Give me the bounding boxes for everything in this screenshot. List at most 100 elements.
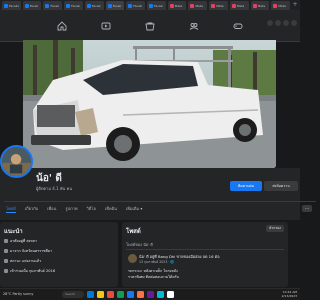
tab-favicon-icon [24, 3, 29, 8]
messenger-icon[interactable] [275, 20, 281, 26]
posts-composer-hint: โพสต์ของ น้อ' ดี [126, 242, 153, 247]
browser-tab-label: Faceb [112, 3, 122, 8]
notifications-icon[interactable] [283, 20, 289, 26]
browser-tab[interactable]: Faceb [126, 1, 146, 10]
taskbar-date: 2/13/2023 [281, 293, 297, 298]
nav-marketplace-button[interactable] [143, 19, 157, 33]
account-controls [267, 20, 297, 26]
tab-favicon-icon [107, 3, 112, 8]
browser-tab-label: Facebo [9, 3, 19, 8]
browser-tab[interactable]: Meta [271, 1, 291, 10]
windows-taskbar: 28°C Partly sunny Search 10:42 AM 2/13/2… [0, 288, 300, 300]
nav-home-button[interactable] [55, 19, 69, 33]
tab-favicon-icon [86, 3, 91, 8]
browser-tab-label: Faceb [154, 3, 163, 8]
browser-tab[interactable]: Meta [229, 1, 249, 10]
follow-button[interactable]: ติดตามต่อ [230, 181, 262, 191]
profile-avatar-image [2, 147, 31, 176]
taskbar-search-box[interactable]: Search [62, 291, 84, 298]
intro-row-icon [4, 239, 8, 243]
browser-tab[interactable]: Faceb [147, 1, 166, 10]
taskbar-clock[interactable]: 10:42 AM 2/13/2023 [281, 290, 297, 298]
intro-card: แนะนำ อาศัยอยู่ที่ สงขลามาจาก จังหวัดนคร… [0, 222, 118, 287]
message-button-label: ส่งข้อความ [272, 184, 290, 188]
follow-button-label: ติดตามต่อ [238, 184, 254, 188]
taskbar-app-icon[interactable] [147, 291, 154, 298]
browser-tab[interactable]: Faceb [84, 1, 104, 10]
taskbar-app-icon[interactable] [107, 291, 114, 298]
taskbar-app-icon[interactable] [127, 291, 134, 298]
post-timestamp[interactable]: 13 กุมภาพันธ์ 2023 · 🌐 [139, 260, 174, 265]
browser-tab[interactable]: Facebo [2, 1, 21, 10]
nav-icon-bar [40, 13, 260, 39]
browser-tab[interactable]: Faceb [43, 1, 63, 10]
profile-tab[interactable]: เพิ่มเติม ▾ [126, 204, 143, 213]
browser-tab-label: Meta [257, 3, 266, 8]
browser-tab-label: Meta [278, 3, 286, 8]
profile-tab[interactable]: โพสต์ [6, 204, 16, 213]
intro-title: แนะนำ [4, 228, 23, 235]
tab-favicon-icon [4, 3, 8, 8]
browser-tab-label: Faceb [29, 3, 39, 8]
profile-name: น้อ' ดี [36, 173, 62, 184]
browser-tab[interactable]: Meta [209, 1, 228, 10]
tab-favicon-icon [252, 3, 257, 8]
account-avatar[interactable] [291, 20, 297, 26]
tab-favicon-icon [211, 3, 216, 8]
nav-groups-button[interactable] [187, 19, 201, 33]
posts-card: โพสต์ ตัวกรอง โพสต์ของ น้อ' ดี น้อ' ดี อ… [122, 222, 288, 287]
taskbar-apps: Search [62, 291, 174, 298]
post-author-avatar[interactable] [128, 254, 137, 263]
taskbar-app-icon[interactable] [97, 291, 104, 298]
browser-tab-label: Faceb [91, 3, 101, 8]
profile-tab[interactable]: เช็คอิน [105, 204, 117, 213]
intro-row-text: สถานะ แต่งงานแล้ว [10, 259, 42, 263]
taskbar-app-icon[interactable] [157, 291, 164, 298]
intro-row-icon [4, 249, 8, 253]
menu-icon[interactable] [267, 20, 273, 26]
intro-row-text: มาจาก จังหวัดนครราชสีมา [10, 249, 53, 253]
profile-tab[interactable]: รูปภาพ [65, 204, 77, 213]
intro-row: เข้าร่วมเมื่อ กุมภาพันธ์ 2016 [4, 268, 55, 274]
browser-tab-label: Meta [195, 3, 203, 8]
profile-tab[interactable]: วิดีโอ [87, 204, 96, 213]
browser-tab[interactable]: Faceb [64, 1, 83, 10]
tab-favicon-icon [231, 3, 236, 8]
browser-tab[interactable]: Faceb [105, 1, 125, 10]
browser-tab-label: Meta [174, 3, 183, 8]
intro-row-text: อาศัยอยู่ที่ สงขลา [10, 239, 37, 243]
taskbar-app-icon[interactable] [167, 291, 174, 298]
taskbar-app-icon[interactable] [117, 291, 124, 298]
taskbar-weather[interactable]: 28°C Partly sunny [3, 292, 33, 296]
profile-tab[interactable]: เกี่ยวกับ [25, 204, 38, 213]
video-icon [101, 22, 111, 30]
browser-tab-label: Faceb [71, 3, 80, 8]
browser-tab-label: Faceb [133, 3, 143, 8]
intro-row: อาศัยอยู่ที่ สงขลา [4, 238, 37, 244]
taskbar-app-icon[interactable] [87, 291, 94, 298]
profile-divider [4, 201, 316, 202]
nav-video-button[interactable] [99, 19, 113, 33]
home-icon [57, 21, 67, 31]
cover-photo[interactable] [23, 40, 276, 168]
profile-tab[interactable]: เพื่อน [47, 204, 56, 213]
groups-icon [189, 23, 199, 30]
post-text-line: ราคาพิเศษ ติดต่อสอบถามได้ครับ [128, 275, 179, 279]
browser-tab[interactable]: Meta [250, 1, 270, 10]
profile-avatar[interactable] [0, 145, 33, 178]
intro-row: สถานะ แต่งงานแล้ว [4, 258, 41, 264]
tab-favicon-icon [273, 3, 278, 8]
nav-gaming-button[interactable] [231, 19, 245, 33]
tab-favicon-icon [169, 3, 174, 8]
browser-tab[interactable]: Faceb [22, 1, 42, 10]
browser-tab[interactable]: Meta [167, 1, 187, 10]
profile-more-options-button[interactable]: ··· [302, 205, 312, 212]
browser-tab[interactable]: Meta [188, 1, 208, 10]
message-button[interactable]: ส่งข้อความ [264, 181, 298, 191]
filter-button[interactable]: ตัวกรอง [266, 225, 284, 232]
taskbar-app-icon[interactable] [137, 291, 144, 298]
profile-follower-count[interactable]: ผู้ติดตาม 4.1 พัน คน [36, 185, 72, 192]
browser-tab-label: Faceb [50, 3, 60, 8]
new-tab-button[interactable]: + [292, 1, 298, 10]
browser-tab-strip: Facebo Faceb Faceb Faceb Faceb Faceb Faceb Face… [0, 0, 300, 10]
